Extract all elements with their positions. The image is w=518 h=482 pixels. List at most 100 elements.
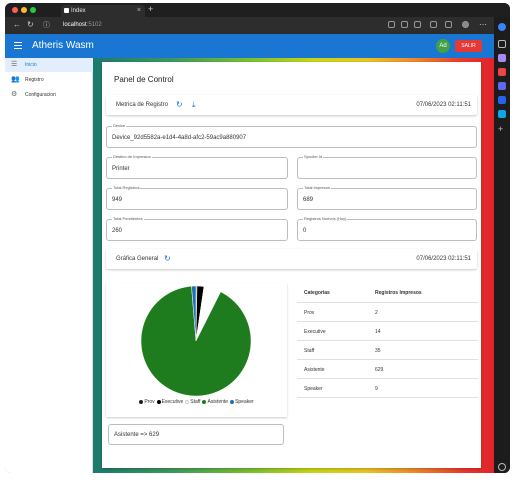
address-bar[interactable]: localhost:5102 — [51, 20, 491, 31]
device-field-label: Device — [112, 123, 127, 129]
avatar[interactable]: Ad — [436, 39, 450, 53]
table-cell-value: 2 — [375, 310, 378, 316]
table-header-row: Categorias Registros Impresos — [297, 283, 478, 303]
chart-refresh-icon[interactable]: ↻ — [164, 255, 171, 263]
registros-nuevos-label: Registros Nuevos (Hoy) — [303, 216, 348, 222]
spooler-field-label: Spooler Id — [303, 154, 324, 160]
device-field[interactable]: Device Device_92d5582a-e1d4-4a8d-afc2-59… — [106, 123, 477, 148]
categories-table: Categorias Registros Impresos Prov 2 Exe… — [297, 283, 478, 398]
legend-item-speaker[interactable]: Speaker — [230, 399, 254, 405]
legend-label: Executive — [161, 399, 184, 405]
new-tab-button[interactable]: + — [148, 4, 153, 14]
legend-item-asistente[interactable]: Asistente — [202, 399, 228, 405]
app-bar: Atheris Wasm Ad SALIR — [5, 34, 494, 58]
registros-nuevos-field[interactable]: Registros Nuevos (Hoy) 0 — [297, 216, 477, 241]
chart-label: Gráfica General — [116, 256, 159, 262]
printer-field-label: Destino de Impresion — [112, 154, 152, 160]
chart-timestamp: 07/06/2023 02:11:51 — [416, 256, 471, 262]
maximize-window-icon[interactable] — [30, 7, 36, 13]
gear-icon: ⚙ — [11, 91, 18, 98]
shopping-icon[interactable] — [498, 68, 506, 76]
back-icon[interactable]: ← — [13, 20, 21, 29]
legend-item-prov[interactable]: Prov — [139, 399, 155, 405]
table-cell-category: Asistente — [304, 367, 325, 373]
legend-label: Speaker — [235, 399, 254, 405]
extensions-icon[interactable] — [430, 21, 437, 28]
app-title: Atheris Wasm — [32, 40, 94, 51]
table-cell-category: Speaker — [304, 386, 323, 392]
reload-icon[interactable]: ↻ — [27, 20, 34, 29]
total-impresos-label: Total Impresos — [303, 185, 332, 191]
table-cell-category: Executive — [304, 329, 326, 335]
outlook-icon[interactable] — [498, 110, 506, 118]
spooler-field[interactable]: Spooler Id — [297, 154, 477, 179]
total-registros-label: Total Registros — [112, 185, 141, 191]
app-root: Atheris Wasm Ad SALIR ☰ Inicio 👥 Registr… — [5, 34, 494, 473]
tab-bar: Index × + — [5, 3, 510, 17]
chart-header: Gráfica General ↻ 07/06/2023 02:11:51 — [106, 249, 477, 269]
printer-field-value: Printer — [112, 166, 130, 172]
table-row: Prov 2 — [297, 303, 478, 322]
chart-legend: Prov Executive Staff Asistente Speaker — [106, 399, 287, 405]
sidebar-item-inicio[interactable]: ☰ Inicio — [5, 58, 93, 72]
close-window-icon[interactable] — [12, 7, 18, 13]
sidebar-item-registro[interactable]: 👥 Registro — [5, 73, 93, 87]
table-cell-value: 14 — [375, 329, 381, 335]
logout-button[interactable]: SALIR — [455, 40, 482, 52]
tab-title: Index — [71, 8, 86, 14]
minimize-window-icon[interactable] — [21, 7, 27, 13]
printer-field[interactable]: Destino de Impresion Printer — [106, 154, 288, 179]
sidebar-item-configuracion[interactable]: ⚙ Configuracion — [5, 88, 93, 102]
total-registros-field[interactable]: Total Registros 949 — [106, 185, 288, 210]
device-field-value: Device_92d5582a-e1d4-4a8d-afc2-59ac9a880… — [112, 135, 247, 141]
total-impresos-value: 689 — [303, 197, 314, 203]
total-pendientes-value: 260 — [112, 228, 123, 234]
table-row: Speaker 9 — [297, 379, 478, 398]
page-title: Panel de Control — [114, 75, 174, 84]
table-header-categorias: Categorias — [304, 290, 330, 296]
sidebar-item-label: Registro — [25, 77, 44, 83]
main-content: Panel de Control Metrica de Registro ↻ ⤓… — [93, 58, 494, 473]
people-icon: 👥 — [11, 76, 20, 83]
download-icon[interactable]: ⤓ — [192, 101, 196, 109]
legend-swatch — [202, 399, 207, 404]
legend-item-staff[interactable]: Staff — [185, 399, 200, 405]
metrics-timestamp: 07/06/2023 02:11:51 — [416, 102, 471, 108]
tab-close-icon[interactable]: × — [137, 5, 141, 17]
browser-tab[interactable]: Index × — [61, 5, 145, 17]
add-icon[interactable]: + — [498, 125, 506, 134]
selected-slice-text: Asistente => 629 — [114, 432, 160, 438]
browser-window: Index × + ← ↻ ⓘ localhost:5102 ⋯ + Ather — [5, 3, 510, 473]
collections-icon[interactable] — [445, 21, 452, 28]
refresh-icon[interactable]: ↻ — [176, 101, 183, 109]
metrics-label: Metrica de Registro — [116, 102, 169, 108]
profile-icon[interactable] — [462, 21, 469, 28]
info-icon[interactable]: ⓘ — [43, 20, 50, 30]
tools-icon[interactable] — [498, 54, 506, 62]
total-impresos-field[interactable]: Total Impresos 689 — [297, 185, 477, 210]
legend-swatch — [156, 399, 161, 404]
settings-icon[interactable] — [498, 463, 506, 471]
legend-swatch — [139, 399, 144, 404]
read-aloud-icon[interactable] — [401, 21, 408, 28]
legend-label: Asistente — [207, 399, 229, 405]
nav-drawer: ☰ Inicio 👥 Registro ⚙ Configuracion — [5, 58, 93, 473]
copilot-icon[interactable] — [498, 23, 506, 31]
total-registros-value: 949 — [112, 197, 123, 203]
hamburger-menu-icon[interactable] — [14, 42, 22, 49]
pie-chart[interactable] — [106, 283, 287, 397]
tab-favicon-icon — [64, 8, 69, 13]
favorite-icon[interactable] — [414, 21, 421, 28]
legend-item-executive[interactable]: Executive — [156, 399, 184, 405]
extension-icon[interactable] — [388, 21, 395, 28]
total-pendientes-label: Total Pendientes — [112, 216, 144, 222]
more-menu-icon[interactable]: ⋯ — [479, 20, 487, 29]
search-icon[interactable] — [498, 40, 506, 48]
microsoft365-icon[interactable] — [498, 96, 506, 104]
legend-label: Staff — [190, 399, 201, 405]
table-row: Asistente 629 — [297, 360, 478, 379]
table-cell-value: 35 — [375, 348, 381, 354]
total-pendientes-field[interactable]: Total Pendientes 260 — [106, 216, 288, 241]
selected-slice-box: Asistente => 629 — [108, 424, 284, 445]
games-icon[interactable] — [498, 82, 506, 90]
